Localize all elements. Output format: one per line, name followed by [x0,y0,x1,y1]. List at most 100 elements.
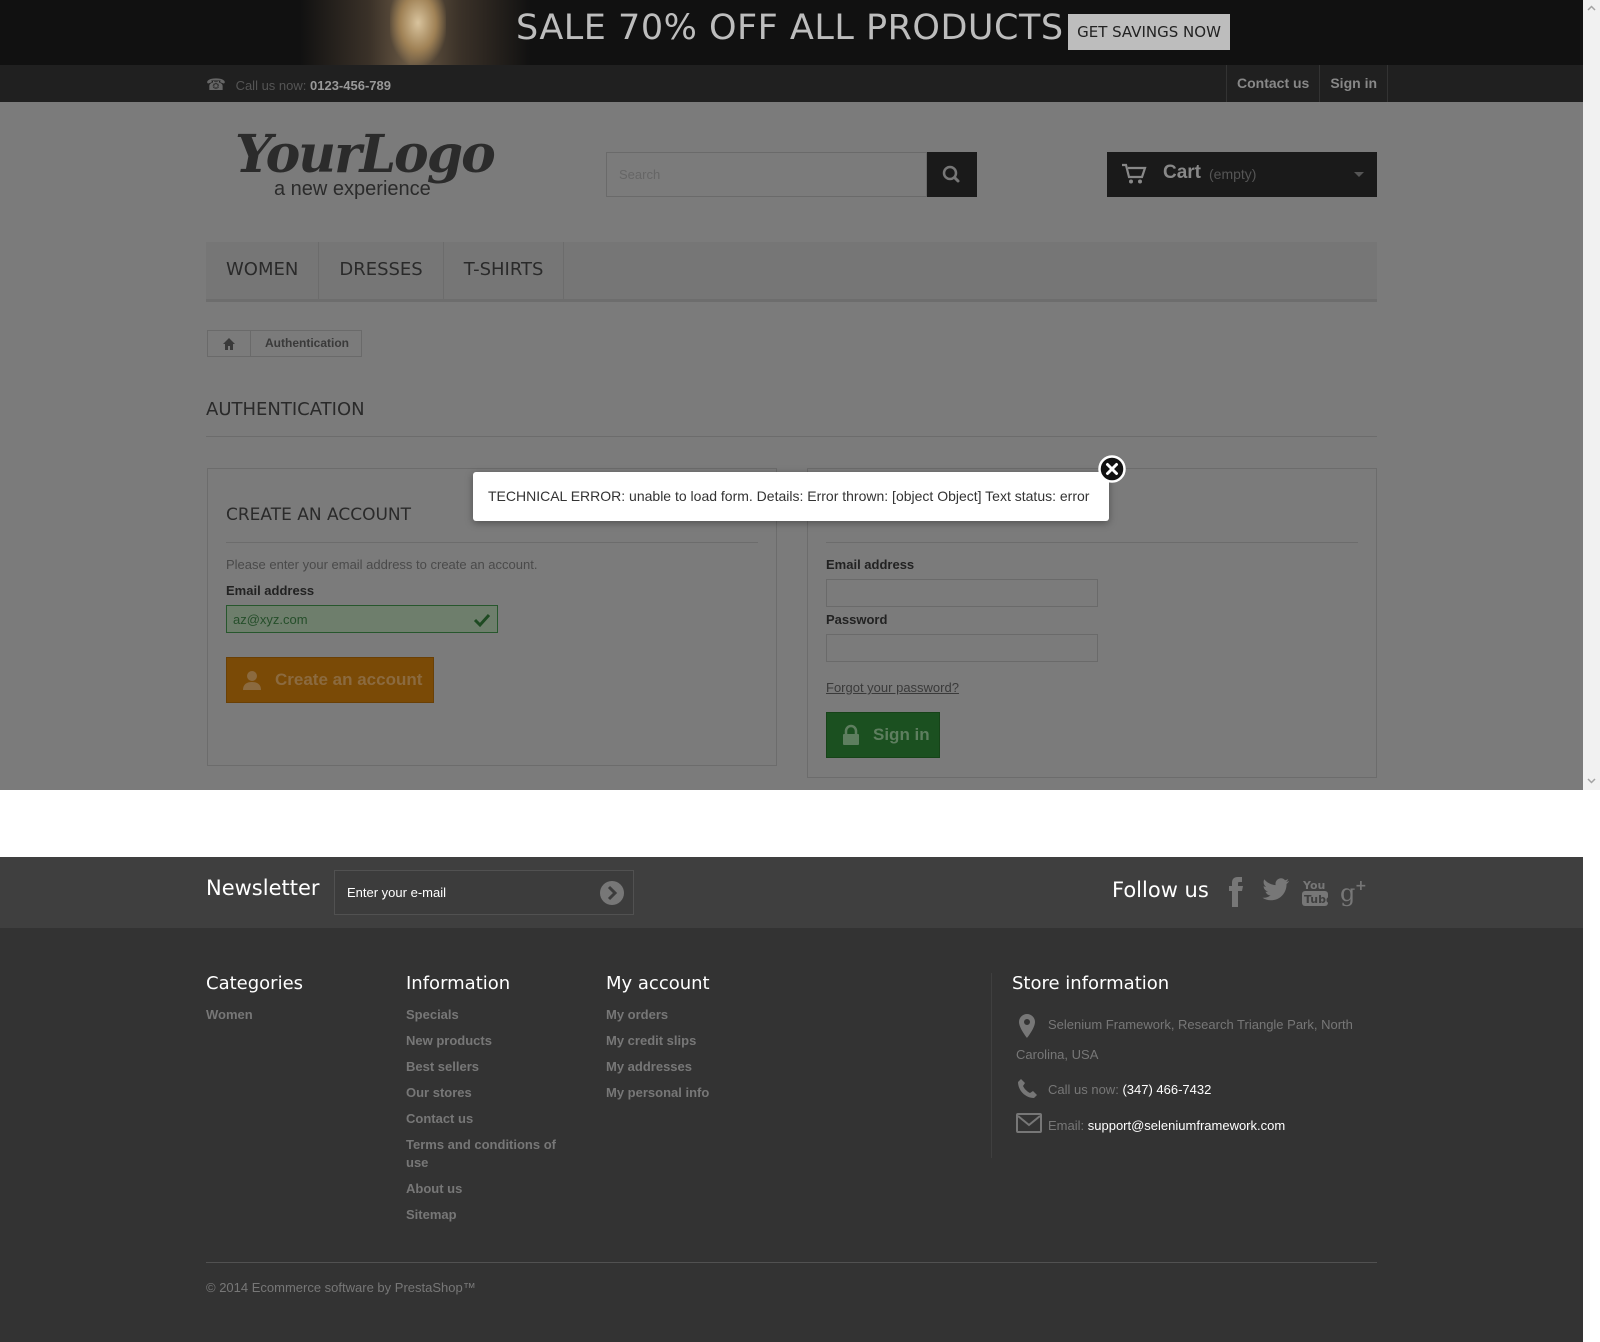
facebook-icon[interactable] [1226,877,1246,907]
top-links: Contact us Sign in [1226,65,1389,102]
footer-link-women[interactable]: Women [206,1007,253,1022]
menu-item-women[interactable]: WOMEN [206,242,320,299]
page-content: YourLogo a new experience Cart (empty) W… [0,102,1583,790]
error-popup: TECHNICAL ERROR: unable to load form. De… [473,455,1126,521]
google-plus-icon[interactable]: g + [1340,877,1370,907]
divider [226,542,758,543]
store-phone: Call us now: (347) 466-7432 [1048,1082,1211,1097]
store-address: Selenium Framework, Research Triangle Pa… [1016,1017,1353,1062]
footer-information: Information Specials New products Best s… [406,973,576,1232]
store-email: Email: support@seleniumframework.com [1048,1118,1285,1133]
header-phone: ☎ Call us now: 0123-456-789 [206,75,391,95]
newsletter-email-input[interactable] [335,871,585,914]
svg-text:g: g [1340,879,1355,907]
footer-link-best-sellers[interactable]: Best sellers [406,1059,479,1074]
breadcrumb: Authentication [207,330,362,357]
twitter-icon[interactable] [1262,877,1290,903]
login-email-field [826,579,1098,607]
create-email-field [226,605,498,633]
information-heading: Information [406,973,511,994]
forgot-password-link[interactable]: Forgot your password? [826,680,959,695]
phone-icon: ☎ [206,77,226,94]
menu-item-tshirts[interactable]: T-SHIRTS [444,242,565,299]
footer-divider [991,973,992,1158]
create-email-input[interactable] [227,606,497,632]
footer-link-credit-slips[interactable]: My credit slips [606,1033,696,1048]
envelope-icon [1016,1113,1042,1133]
close-icon[interactable] [1098,455,1126,483]
login-email-input[interactable] [827,580,1097,606]
footer-link-about-us[interactable]: About us [406,1181,462,1196]
chevron-down-icon [1354,172,1364,177]
footer-link-our-stores[interactable]: Our stores [406,1085,472,1100]
sign-in-button[interactable]: Sign in [826,712,940,758]
home-icon [223,338,235,350]
search-icon [942,165,960,183]
footer-link-addresses[interactable]: My addresses [606,1059,692,1074]
footer-link-specials[interactable]: Specials [406,1007,459,1022]
create-account-button[interactable]: Create an account [226,657,434,703]
svg-text:Tube: Tube [1304,893,1328,906]
banner-model-image [300,0,530,65]
search-button[interactable] [927,152,977,197]
newsletter-title: Newsletter [206,876,320,900]
user-icon [243,671,261,690]
cart-label: Cart [1163,162,1202,183]
newsletter-form [334,870,634,915]
cart-status: (empty) [1209,166,1257,182]
scroll-up-icon[interactable] [1587,4,1596,13]
password-label: Password [826,612,888,627]
breadcrumb-home[interactable] [208,331,250,356]
get-savings-button[interactable]: GET SAVINGS NOW [1068,14,1230,50]
call-label: Call us now: [235,78,307,93]
breadcrumb-current: Authentication [250,331,361,356]
promo-banner[interactable]: SALE 70% OFF ALL PRODUCTS GET SAVINGS NO… [0,0,1583,65]
footer-link-my-orders[interactable]: My orders [606,1007,668,1022]
footer: Categories Women Information Specials Ne… [0,928,1583,1342]
divider [826,542,1358,543]
footer-my-account: My account My orders My credit slips My … [606,973,710,1110]
footer-rule [206,1262,1377,1263]
scroll-down-icon[interactable] [1587,776,1596,785]
my-account-heading: My account [606,973,710,994]
create-account-title: CREATE AN ACCOUNT [226,505,412,525]
cart-block[interactable]: Cart (empty) [1107,152,1377,197]
search-input[interactable] [606,152,927,197]
footer-link-sitemap[interactable]: Sitemap [406,1207,457,1222]
phone-number: 0123-456-789 [310,78,391,93]
main-menu: WOMEN DRESSES T-SHIRTS [206,242,1377,302]
cart-icon [1122,163,1147,184]
footer-link-personal-info[interactable]: My personal info [606,1085,709,1100]
error-message: TECHNICAL ERROR: unable to load form. De… [488,488,1090,504]
youtube-icon[interactable]: You Tube [1302,877,1328,907]
search-bar [606,152,977,197]
phone-icon [1018,1079,1037,1098]
create-account-hint: Please enter your email address to creat… [226,557,538,572]
password-field [826,634,1098,662]
submit-arrow-icon[interactable] [599,880,625,906]
categories-heading: Categories [206,973,304,994]
copyright[interactable]: © 2014 Ecommerce software by PrestaShop™ [206,1280,476,1295]
banner-headline: SALE 70% OFF ALL PRODUCTS [516,8,1064,48]
store-logo[interactable]: YourLogo a new experience [230,124,520,214]
footer-link-contact-us[interactable]: Contact us [406,1111,473,1126]
sign-in-link[interactable]: Sign in [1319,65,1389,102]
scrollbar[interactable] [1583,0,1600,790]
contact-us-link[interactable]: Contact us [1226,65,1319,102]
logo-wordmark: YourLogo [235,124,496,185]
login-email-label: Email address [826,557,915,572]
page-title: AUTHENTICATION [206,399,365,420]
store-phone-number[interactable]: (347) 466-7432 [1122,1082,1211,1097]
store-email-address[interactable]: support@seleniumframework.com [1088,1118,1285,1133]
top-nav: ☎ Call us now: 0123-456-789 Contact us S… [0,65,1583,102]
store-information: Store information Selenium Framework, Re… [1012,973,1377,1133]
footer-link-terms[interactable]: Terms and conditions of use [406,1137,556,1170]
store-heading: Store information [1012,973,1170,994]
footer-link-new-products[interactable]: New products [406,1033,492,1048]
store-email-label: Email: [1048,1118,1085,1133]
password-input[interactable] [827,635,1097,661]
menu-item-dresses[interactable]: DRESSES [319,242,444,299]
logo-tagline: a new experience [274,178,431,200]
sign-in-button-label: Sign in [873,725,930,744]
footer-categories: Categories Women [206,973,303,1032]
